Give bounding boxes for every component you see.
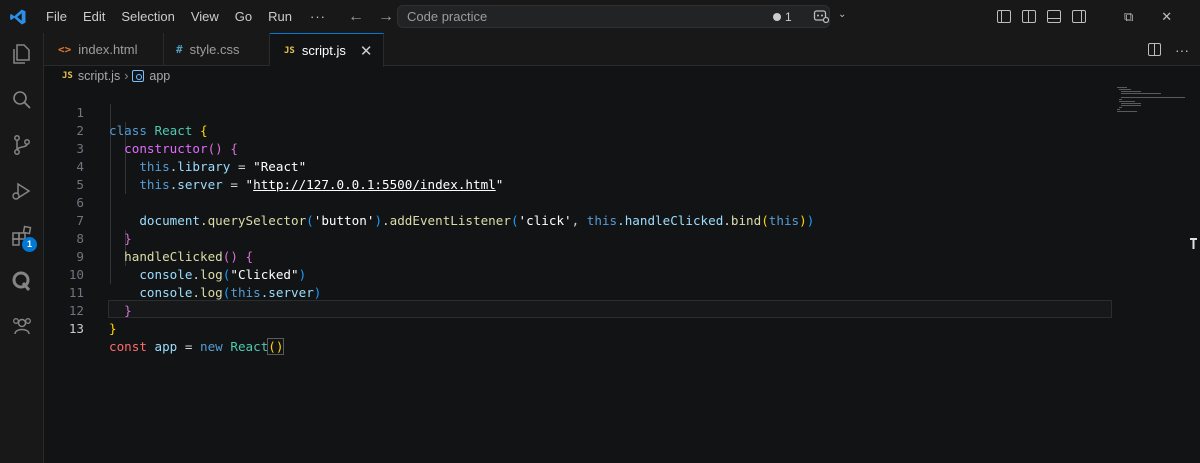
close-window-icon[interactable]: ✕ xyxy=(1161,9,1172,25)
quokka-icon[interactable] xyxy=(10,269,34,293)
menu-go[interactable]: Go xyxy=(227,0,260,33)
breadcrumb-file[interactable]: script.js xyxy=(78,69,120,83)
chevron-right-icon: › xyxy=(124,69,129,83)
css-file-icon: # xyxy=(176,43,183,56)
source-control-icon[interactable] xyxy=(10,133,34,157)
minimap-line xyxy=(1121,93,1161,94)
toggle-secondary-sidebar-icon[interactable] xyxy=(1072,10,1086,23)
js-file-icon: JS xyxy=(284,45,295,56)
menu-run[interactable]: Run xyxy=(260,0,300,33)
minimap-line xyxy=(1119,101,1135,102)
minimap-line xyxy=(1117,109,1120,110)
breadcrumb-symbol[interactable]: app xyxy=(149,69,170,83)
identifier: app xyxy=(154,339,178,354)
code-line: 9 console.log("Clicked") xyxy=(44,230,1144,282)
tab-index-html[interactable]: <> index.html xyxy=(44,33,164,66)
code-line: 5 xyxy=(44,158,1144,192)
tab-style-css[interactable]: # style.css xyxy=(164,33,270,66)
command-center-search[interactable]: Code practice 1 xyxy=(397,5,830,28)
chevron-down-icon[interactable]: ⌄ xyxy=(838,9,846,20)
class-name: React xyxy=(230,339,269,354)
code-line: 1 class React { xyxy=(44,86,1144,138)
title-bar: File Edit Selection View Go Run ··· ← → … xyxy=(0,0,1200,33)
menu-more-button[interactable]: ··· xyxy=(300,0,336,33)
code-line: 8 handleClicked() { xyxy=(44,212,1144,264)
code-line: 13 const app = new React() xyxy=(44,302,1144,355)
menu-view[interactable]: View xyxy=(183,0,227,33)
breadcrumb: JS script.js › app xyxy=(62,66,170,86)
close-icon[interactable]: ✕ xyxy=(360,42,373,60)
keyword: const xyxy=(109,339,147,354)
code-line: 6 document.querySelector('button').addEv… xyxy=(44,176,1144,228)
minimap[interactable] xyxy=(1117,86,1185,126)
code-line: 2 constructor() { xyxy=(44,104,1144,156)
code-line: 12 } xyxy=(44,284,1144,336)
explorer-icon[interactable] xyxy=(10,42,34,66)
activity-bar: 1 xyxy=(0,33,44,463)
search-icon[interactable] xyxy=(10,88,34,112)
more-actions-icon[interactable]: ··· xyxy=(1175,42,1189,58)
problems-count: 1 xyxy=(785,9,792,24)
window-controls: ⧉ ✕ xyxy=(1124,0,1172,33)
layout-controls xyxy=(997,0,1086,33)
js-file-icon: JS xyxy=(62,71,73,81)
minimap-line xyxy=(1117,87,1127,88)
tab-script-js[interactable]: JS script.js ✕ xyxy=(270,33,384,67)
vscode-logo-icon xyxy=(2,0,34,33)
back-arrow-icon[interactable]: ← xyxy=(346,8,366,26)
navigation-arrows: ← → xyxy=(346,0,396,33)
problems-indicator[interactable]: 1 xyxy=(773,6,792,27)
menu-file[interactable]: File xyxy=(38,0,75,33)
bracket: () xyxy=(267,338,285,355)
bracket: } xyxy=(109,321,117,336)
code-line: 4 this.server = "http://127.0.0.1:5500/i… xyxy=(44,140,1144,192)
tab-label: index.html xyxy=(78,42,138,57)
code-editor[interactable]: 1 class React { 2 constructor() { 3 this… xyxy=(44,86,1200,463)
customize-layout-icon[interactable] xyxy=(997,10,1011,23)
minimap-line xyxy=(1119,99,1122,100)
copilot-icon[interactable] xyxy=(813,8,830,24)
restore-window-icon[interactable]: ⧉ xyxy=(1124,9,1133,25)
forward-arrow-icon[interactable]: → xyxy=(376,8,396,26)
minimap-line xyxy=(1121,103,1141,104)
variable-symbol-icon xyxy=(132,70,145,82)
dot-icon xyxy=(773,12,781,21)
text-cursor-icon xyxy=(1190,238,1197,249)
html-file-icon: <> xyxy=(58,43,72,56)
toggle-primary-sidebar-icon[interactable] xyxy=(1022,10,1036,23)
minimap-line xyxy=(1121,105,1141,106)
code-line: 11 } xyxy=(44,266,1144,318)
accounts-group-icon[interactable] xyxy=(10,314,34,338)
keyword: new xyxy=(200,339,223,354)
minimap-line xyxy=(1121,91,1141,92)
tab-label: style.css xyxy=(189,42,240,57)
line-number: 13 xyxy=(68,321,84,336)
toggle-panel-icon[interactable] xyxy=(1047,10,1061,23)
code-line: 7 } xyxy=(44,194,1144,246)
code-line: 3 this.library = "React" xyxy=(44,122,1144,174)
minimap-line xyxy=(1119,107,1122,108)
editor-actions: ··· xyxy=(1148,33,1189,66)
command-center-label: Code practice xyxy=(407,9,488,24)
run-debug-icon[interactable] xyxy=(10,179,34,203)
minimap-line xyxy=(1119,89,1131,90)
code-line: 10 console.log(this.server) xyxy=(44,248,1144,300)
operator: = xyxy=(177,339,201,354)
split-editor-icon[interactable] xyxy=(1148,43,1161,56)
minimap-line xyxy=(1117,111,1137,112)
tab-label: script.js xyxy=(301,43,346,58)
minimap-line xyxy=(1121,97,1185,98)
extensions-badge: 1 xyxy=(22,237,37,252)
menu-edit[interactable]: Edit xyxy=(75,0,113,33)
editor-tab-bar: <> index.html # style.css JS script.js ✕… xyxy=(44,33,1200,67)
menu-selection[interactable]: Selection xyxy=(113,0,182,33)
menu-bar: File Edit Selection View Go Run ··· xyxy=(38,0,336,33)
